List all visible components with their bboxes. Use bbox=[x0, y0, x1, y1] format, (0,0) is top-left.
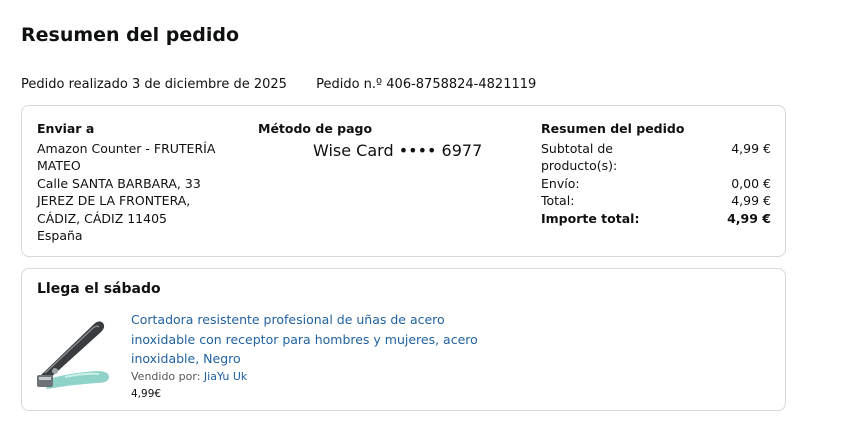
summary-label: Total: bbox=[541, 193, 575, 208]
summary-value: 4,99 € bbox=[731, 140, 771, 156]
summary-heading: Resumen del pedido bbox=[541, 121, 685, 136]
address-line: JEREZ DE LA FRONTERA, bbox=[37, 193, 191, 208]
address-line: CÁDIZ, CÁDIZ 11405 bbox=[37, 210, 167, 226]
summary-value: 0,00 € bbox=[731, 175, 771, 191]
summary-row-grand-total: Importe total: 4,99 € bbox=[541, 210, 771, 228]
summary-label: Envío: bbox=[541, 175, 580, 191]
shipping-heading: Enviar a bbox=[37, 121, 95, 136]
price-summary-section: Resumen del pedido Subtotal de producto(… bbox=[541, 120, 771, 227]
delivery-heading: Llega el sábado bbox=[37, 281, 161, 297]
payment-heading: Método de pago bbox=[258, 121, 373, 136]
order-date: Pedido realizado 3 de diciembre de 2025 bbox=[21, 77, 287, 92]
payment-card: Wise Card •••• 6977 bbox=[313, 140, 483, 160]
order-number: Pedido n.º 406-8758824-4821119 bbox=[316, 77, 537, 92]
order-summary-card: Enviar a Amazon Counter - FRUTERÍA MATEO… bbox=[21, 105, 786, 257]
product-price: 4,99€ bbox=[131, 387, 162, 400]
summary-label: Importe total: bbox=[541, 210, 640, 226]
product-title-link[interactable]: Cortadora resistente profesional de uñas… bbox=[131, 312, 478, 366]
nail-clipper-image[interactable] bbox=[35, 313, 115, 393]
shipping-address-section: Enviar a Amazon Counter - FRUTERÍA MATEO… bbox=[37, 120, 242, 245]
summary-row-shipping: Envío: 0,00 € bbox=[541, 175, 771, 193]
seller-prefix: Vendido por: bbox=[131, 369, 201, 383]
seller-line: Vendido por: JiaYu Uk bbox=[131, 369, 511, 385]
delivery-card: Llega el sábado Cortadora resistente pro… bbox=[21, 268, 786, 411]
summary-label: Subtotal de producto(s): bbox=[541, 140, 618, 174]
summary-value: 4,99 € bbox=[727, 210, 771, 226]
address-line: España bbox=[37, 228, 83, 243]
address-line: Calle SANTA BARBARA, 33 bbox=[37, 175, 201, 191]
summary-row-total: Total: 4,99 € bbox=[541, 192, 771, 210]
payment-method-section: Método de pago Wise Card •••• 6977 bbox=[258, 120, 518, 159]
address-line: Amazon Counter - FRUTERÍA MATEO bbox=[37, 140, 216, 174]
product-info: Cortadora resistente profesional de uñas… bbox=[131, 309, 511, 400]
order-meta: Pedido realizado 3 de diciembre de 2025 … bbox=[21, 77, 536, 92]
seller-link[interactable]: JiaYu Uk bbox=[204, 370, 247, 383]
summary-value: 4,99 € bbox=[731, 193, 771, 208]
page-title: Resumen del pedido bbox=[21, 24, 240, 46]
summary-row-subtotal: Subtotal de producto(s): 4,99 € bbox=[541, 140, 771, 175]
